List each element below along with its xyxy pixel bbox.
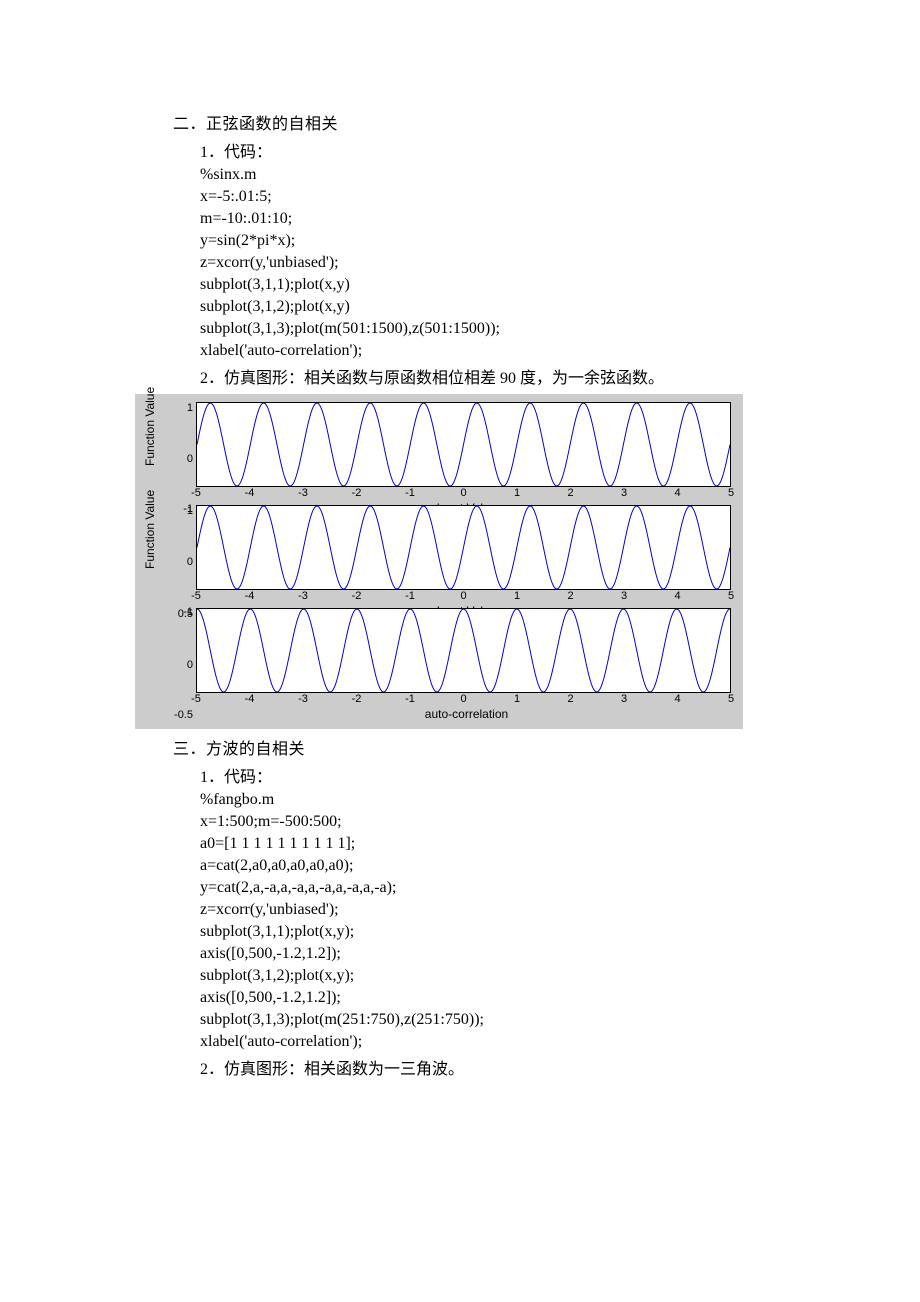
section-2-heading: 二．正弦函数的自相关 [173,110,830,134]
code-line: y=sin(2*pi*x); [200,232,830,250]
document-page: 二．正弦函数的自相关 1．代码： %sinx.m x=-5:.01:5; m=-… [0,0,920,1143]
section-2-item1-label: 1．代码： [200,138,830,162]
section-3-item1-label: 1．代码： [200,763,830,787]
matlab-figure: Function Value 1 0 -1 -5 -4 -3 -2 -1 0 1… [135,394,743,729]
xtick: 0 [455,693,473,707]
xtick: 5 [722,487,740,501]
xtick: 5 [722,590,740,604]
code-line: axis([0,500,-1.2,1.2]); [200,989,830,1007]
code-line: y=cat(2,a,-a,a,-a,a,-a,a,-a,a,-a); [200,879,830,897]
ytick: 0 [171,556,193,568]
code-line: %fangbo.m [200,791,830,809]
xtick: 4 [669,487,687,501]
xtick: -3 [294,590,312,604]
code-line: a=cat(2,a0,a0,a0,a0,a0); [200,857,830,875]
xticks-1: -5 -4 -3 -2 -1 0 1 2 3 4 5 [196,487,731,501]
xtick: -2 [348,590,366,604]
sine-curve [197,506,730,589]
xtick: -2 [348,487,366,501]
section-3-item2-label: 2．仿真图形：相关函数为一三角波。 [200,1055,830,1079]
ylabel-1: Function Value [143,452,157,466]
section-2-item2-label: 2．仿真图形：相关函数与原函数相位相差 90 度，为一余弦函数。 [200,364,830,388]
xtick: -4 [241,487,259,501]
subplot-2: Function Value 1 0 -1 -5 -4 -3 -2 -1 0 1… [141,505,737,618]
code-line: xlabel('auto-correlation'); [200,342,830,360]
ytick: 0 [171,453,193,465]
code-line: x=-5:.01:5; [200,188,830,206]
code-line: z=xcorr(y,'unbiased'); [200,901,830,919]
code-line: %sinx.m [200,166,830,184]
xtick: 0 [455,487,473,501]
code-line: xlabel('auto-correlation'); [200,1033,830,1051]
plot-area-2 [196,505,731,590]
xtick: -5 [187,693,205,707]
xtick: -3 [294,693,312,707]
xtick: 2 [562,487,580,501]
code-line: subplot(3,1,2);plot(x,y); [200,967,830,985]
xtick: -5 [187,590,205,604]
sine-curve [197,403,730,486]
xtick: 1 [508,693,526,707]
xtick: 4 [669,693,687,707]
section-3-heading: 三．方波的自相关 [173,735,830,759]
code-line: subplot(3,1,1);plot(x,y) [200,276,830,294]
ytick: 1 [171,505,193,517]
xlabel-3: auto-correlation [196,707,737,721]
plot-area-3 [196,608,731,693]
ytick: 0.5 [171,608,193,620]
ytick: 1 [171,402,193,414]
xtick: 5 [722,693,740,707]
xtick: 2 [562,693,580,707]
xticks-3: -5 -4 -3 -2 -1 0 1 2 3 4 5 [196,693,731,707]
code-line: subplot(3,1,3);plot(m(501:1500),z(501:15… [200,320,830,338]
code-line: m=-10:.01:10; [200,210,830,228]
xtick: 2 [562,590,580,604]
cosine-curve [197,609,730,692]
xtick: -5 [187,487,205,501]
ytick: 0 [171,659,193,671]
xtick: 3 [615,693,633,707]
xtick: 3 [615,487,633,501]
xtick: 3 [615,590,633,604]
xtick: -4 [241,693,259,707]
xtick: 1 [508,487,526,501]
ytick: -0.5 [171,709,193,721]
xtick: -4 [241,590,259,604]
code-line: subplot(3,1,2);plot(x,y) [200,298,830,316]
xtick: -3 [294,487,312,501]
code-line: subplot(3,1,3);plot(m(251:750),z(251:750… [200,1011,830,1029]
code-line: subplot(3,1,1);plot(x,y); [200,923,830,941]
xtick: -1 [401,487,419,501]
xtick: 0 [455,590,473,604]
xtick: -1 [401,693,419,707]
ylabel-2: Function Value [143,555,157,569]
xtick: 4 [669,590,687,604]
code-line: z=xcorr(y,'unbiased'); [200,254,830,272]
code-line: x=1:500;m=-500:500; [200,813,830,831]
plot-area-1 [196,402,731,487]
code-line: axis([0,500,-1.2,1.2]); [200,945,830,963]
code-line: a0=[1 1 1 1 1 1 1 1 1 1]; [200,835,830,853]
subplot-3: 0.5 0 -0.5 -5 -4 -3 -2 -1 0 1 2 3 4 5 [141,608,737,721]
subplot-1: Function Value 1 0 -1 -5 -4 -3 -2 -1 0 1… [141,402,737,515]
xtick: -2 [348,693,366,707]
xtick: -1 [401,590,419,604]
xtick: 1 [508,590,526,604]
xticks-2: -5 -4 -3 -2 -1 0 1 2 3 4 5 [196,590,731,604]
